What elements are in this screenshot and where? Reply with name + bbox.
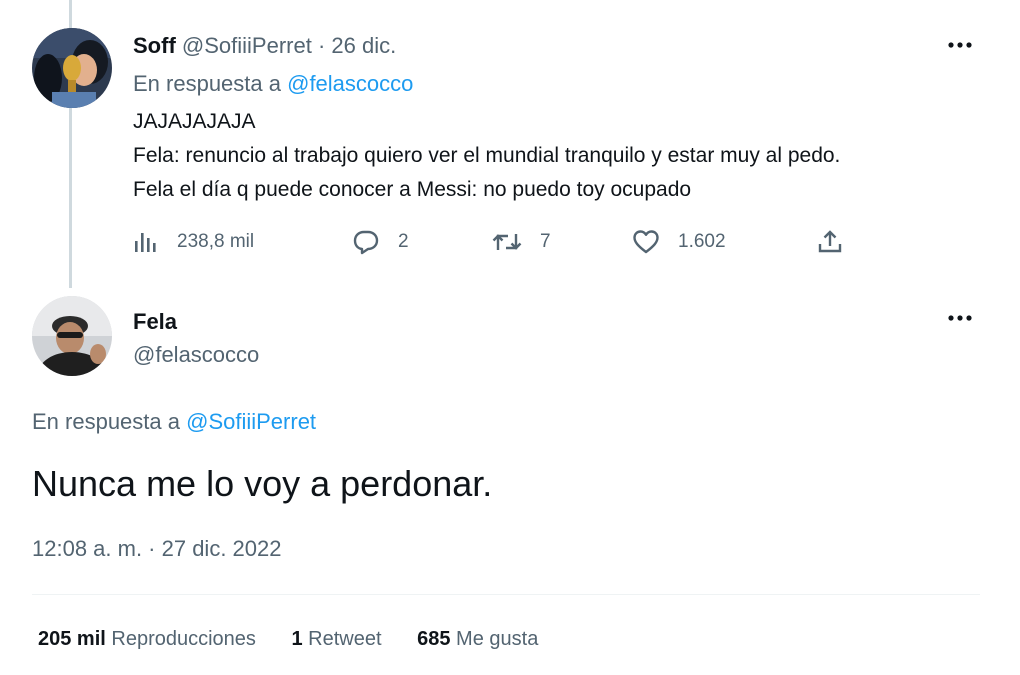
- likes-stat-label: Me gusta: [456, 628, 539, 650]
- reply-to-mention-link[interactable]: @felascocco: [287, 71, 413, 96]
- likes-stat-count: 685: [417, 628, 451, 650]
- more-dots-icon: [948, 315, 972, 321]
- tweet-stats-bar: 205 mil Reproducciones 1 Retweet 685 Me …: [38, 624, 568, 654]
- retweets-stat-label: Retweet: [308, 628, 382, 650]
- main-reply-context: En respuesta a @SofiiiPerret: [32, 408, 316, 436]
- reply-author-handle[interactable]: @SofiiiPerret: [182, 33, 312, 58]
- reply-button[interactable]: 2: [352, 224, 409, 260]
- bar-chart-icon: [135, 233, 156, 252]
- views-stat-count: 205 mil: [38, 628, 106, 650]
- main-reply-to-mention-link[interactable]: @SofiiiPerret: [186, 409, 316, 434]
- main-tweet-text: Nunca me lo voy a perdonar.: [32, 463, 493, 504]
- more-dots-icon: [948, 42, 972, 48]
- retweet-count: 7: [540, 231, 551, 252]
- share-button[interactable]: [817, 224, 843, 260]
- views-stat-label: Reproducciones: [111, 628, 256, 650]
- reply-author-name[interactable]: Soff: [133, 33, 176, 58]
- views-count: 238,8 mil: [177, 231, 255, 252]
- header-separator: ·: [317, 33, 326, 58]
- reply-tweet-text: JAJAJAJAJA Fela: renuncio al trabajo qui…: [133, 105, 993, 207]
- reply-context: En respuesta a @felascocco: [133, 70, 413, 98]
- stats-divider: [32, 594, 980, 595]
- reply-action-bar: 238,8 mil 2 7 1.602: [133, 224, 853, 260]
- reply-more-options-button[interactable]: [940, 33, 980, 57]
- views-stat[interactable]: 205 mil Reproducciones: [38, 628, 256, 650]
- likes-stat[interactable]: 685 Me gusta: [417, 628, 538, 650]
- main-author-handle[interactable]: @felascocco: [133, 341, 259, 369]
- retweet-arrows-icon: [492, 234, 522, 250]
- reply-text-line: JAJAJAJAJA: [133, 110, 256, 133]
- main-author-avatar[interactable]: [32, 296, 112, 376]
- speech-bubble-icon: [353, 230, 379, 255]
- main-more-options-button[interactable]: [940, 306, 980, 330]
- main-reply-prefix-label: En respuesta a: [32, 409, 180, 434]
- share-upload-icon: [818, 230, 842, 253]
- retweet-button[interactable]: 7: [492, 224, 551, 260]
- heart-icon: [633, 230, 659, 254]
- main-tweet-timestamp[interactable]: 12:08 a. m. · 27 dic. 2022: [32, 533, 282, 565]
- views-button[interactable]: 238,8 mil: [133, 224, 254, 260]
- reply-text-line: Fela: renuncio al trabajo quiero ver el …: [133, 144, 841, 167]
- reply-tweet-header: Soff @SofiiiPerret · 26 dic.: [133, 32, 396, 60]
- reply-text-line: Fela el día q puede conocer a Messi: no …: [133, 178, 692, 201]
- main-author-name[interactable]: Fela: [133, 308, 177, 336]
- retweets-stat-count: 1: [291, 628, 303, 650]
- reply-count: 2: [398, 231, 409, 252]
- like-button[interactable]: 1.602: [632, 224, 726, 260]
- reply-author-avatar[interactable]: [32, 28, 112, 108]
- reply-tweet-date[interactable]: 26 dic.: [331, 33, 396, 58]
- reply-prefix-label: En respuesta a: [133, 71, 281, 96]
- like-count: 1.602: [678, 231, 726, 252]
- retweets-stat[interactable]: 1 Retweet: [291, 628, 381, 650]
